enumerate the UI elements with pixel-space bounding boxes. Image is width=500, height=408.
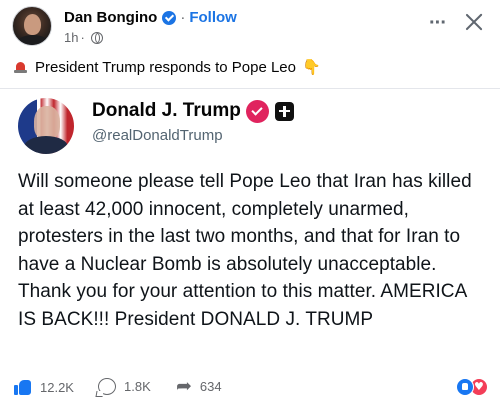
close-icon[interactable] <box>462 10 486 34</box>
verified-badge-icon <box>247 101 267 121</box>
caption-text: President Trump responds to Pope Leo <box>35 58 296 76</box>
avatar-portrait <box>34 106 60 140</box>
globe-icon <box>90 31 103 44</box>
post-header: Dan Bongino · Follow 1h · ··· <box>12 6 488 50</box>
avatar-suit <box>24 136 68 154</box>
author-avatar[interactable] <box>12 6 52 46</box>
share-icon: ➦ <box>176 375 192 397</box>
like-count: 12.2K <box>40 379 74 395</box>
verified-badge-icon <box>162 10 177 25</box>
author-line: Dan Bongino · Follow <box>64 9 237 26</box>
tweet-author-line: Donald J. Trump <box>92 100 294 122</box>
comment-count: 1.8K <box>124 379 151 394</box>
share-stat[interactable]: ➦ 634 <box>176 375 222 397</box>
tweet-display-name: Donald J. Trump <box>92 100 241 121</box>
tweet-handle: @realDonaldTrump <box>92 127 223 144</box>
tweet-body: Will someone please tell Pope Leo that I… <box>18 171 472 330</box>
post-caption: President Trump responds to Pope Leo 👇 <box>14 58 321 76</box>
comment-stat[interactable]: 1.8K <box>98 378 151 395</box>
header-separator: · <box>180 9 186 26</box>
avatar-face <box>24 14 41 35</box>
follow-button[interactable]: Follow <box>189 9 237 26</box>
author-name[interactable]: Dan Bongino <box>64 9 157 26</box>
like-icon <box>14 378 32 396</box>
pointing-down-icon: 👇 <box>302 58 321 76</box>
divider <box>0 88 500 89</box>
post-meta: 1h · <box>64 30 103 45</box>
facebook-post: Dan Bongino · Follow 1h · ··· President … <box>0 0 500 408</box>
reaction-summary[interactable] <box>456 378 488 396</box>
post-timestamp[interactable]: 1h <box>64 30 78 45</box>
siren-icon <box>14 61 27 73</box>
plus-badge-icon <box>274 101 294 121</box>
avatar-shoulders <box>16 35 50 45</box>
more-options-icon[interactable]: ··· <box>429 13 447 33</box>
engagement-bar: 12.2K 1.8K ➦ 634 <box>0 372 500 406</box>
like-stat[interactable]: 12.2K <box>14 378 74 396</box>
meta-separator: · <box>80 30 85 45</box>
comment-icon <box>98 378 116 395</box>
tweet-author-avatar <box>18 98 74 154</box>
share-count: 634 <box>199 378 222 394</box>
like-reaction-icon <box>456 378 474 396</box>
